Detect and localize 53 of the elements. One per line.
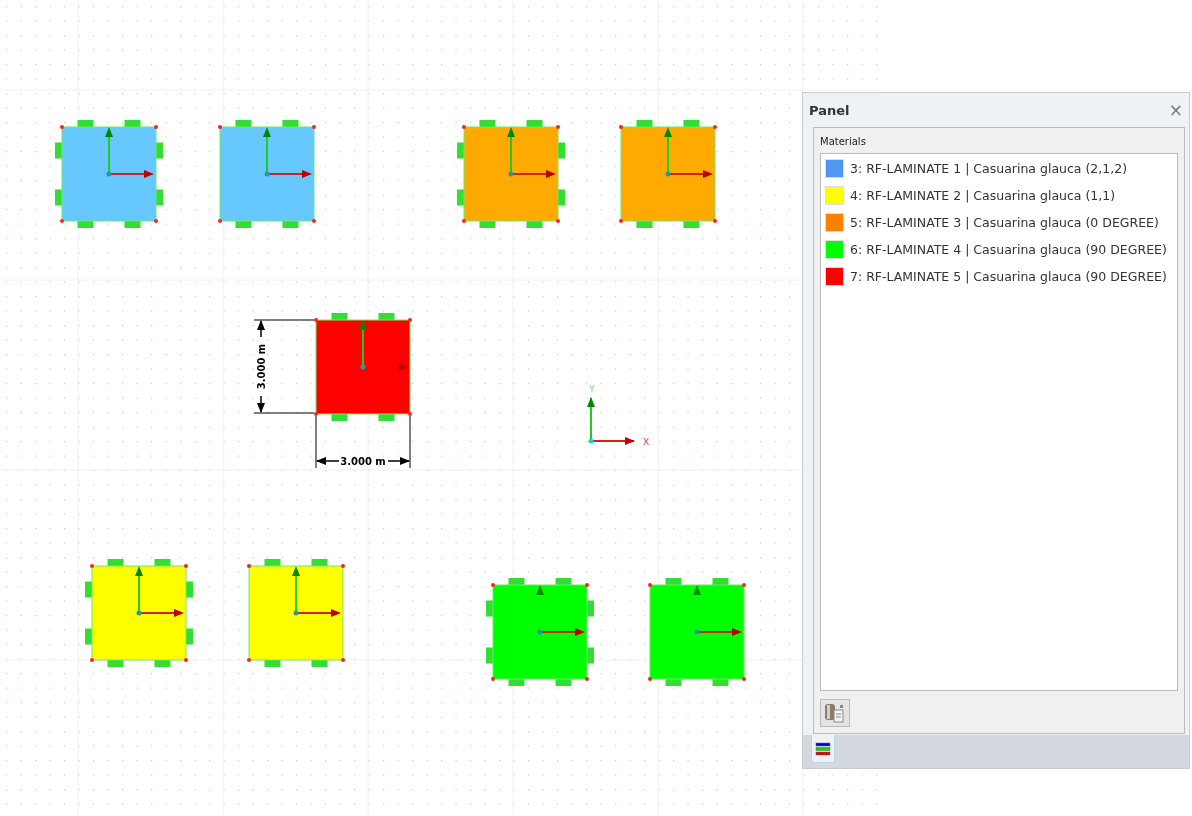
node bbox=[491, 583, 495, 587]
material-label[interactable]: 3: RF-LAMINATE 1 | Casuarina glauca (2,1,2) bbox=[850, 161, 1128, 176]
colored-lines-icon bbox=[815, 741, 831, 756]
node bbox=[619, 219, 623, 223]
node bbox=[312, 125, 316, 129]
node bbox=[556, 125, 560, 129]
node bbox=[90, 658, 94, 662]
node bbox=[585, 583, 589, 587]
node bbox=[648, 677, 652, 681]
node bbox=[341, 658, 345, 662]
material-label[interactable]: 6: RF-LAMINATE 4 | Casuarina glauca (90 DEGREE) bbox=[850, 242, 1167, 257]
node bbox=[713, 125, 717, 129]
node bbox=[312, 219, 316, 223]
global-axes-drawing bbox=[587, 397, 635, 445]
node bbox=[462, 125, 466, 129]
table-document-icon bbox=[824, 702, 846, 724]
node bbox=[619, 125, 623, 129]
node bbox=[60, 219, 64, 223]
node bbox=[247, 658, 251, 662]
material-label[interactable]: 4: RF-LAMINATE 2 | Casuarina glauca (1,1) bbox=[850, 188, 1116, 203]
node bbox=[713, 219, 717, 223]
node bbox=[742, 583, 746, 587]
node bbox=[585, 677, 589, 681]
node bbox=[462, 219, 466, 223]
node bbox=[90, 564, 94, 568]
node bbox=[314, 318, 318, 322]
dimension-label: 3.000 m bbox=[256, 343, 267, 390]
export-button[interactable] bbox=[820, 699, 850, 727]
material-label[interactable]: 7: RF-LAMINATE 5 | Casuarina glauca (90 DEGREE) bbox=[850, 269, 1167, 284]
node bbox=[218, 219, 222, 223]
node bbox=[60, 125, 64, 129]
node bbox=[408, 318, 412, 322]
close-button[interactable]: × bbox=[1166, 100, 1185, 120]
node bbox=[742, 677, 746, 681]
axis-label: Y bbox=[589, 384, 595, 394]
node bbox=[154, 125, 158, 129]
node bbox=[341, 564, 345, 568]
axis-label: X bbox=[642, 437, 650, 447]
materials-tab[interactable] bbox=[811, 735, 835, 763]
dimension-label: 3.000 m bbox=[340, 456, 386, 467]
node bbox=[556, 219, 560, 223]
node bbox=[184, 658, 188, 662]
node bbox=[247, 564, 251, 568]
group-label: Materials bbox=[820, 136, 867, 147]
node bbox=[648, 583, 652, 587]
node bbox=[154, 219, 158, 223]
panel-title: Panel bbox=[809, 102, 850, 118]
node bbox=[408, 412, 412, 416]
node bbox=[218, 125, 222, 129]
node bbox=[491, 677, 495, 681]
material-label[interactable]: 5: RF-LAMINATE 3 | Casuarina glauca (0 DEGREE) bbox=[850, 215, 1159, 230]
node bbox=[314, 412, 318, 416]
node bbox=[184, 564, 188, 568]
